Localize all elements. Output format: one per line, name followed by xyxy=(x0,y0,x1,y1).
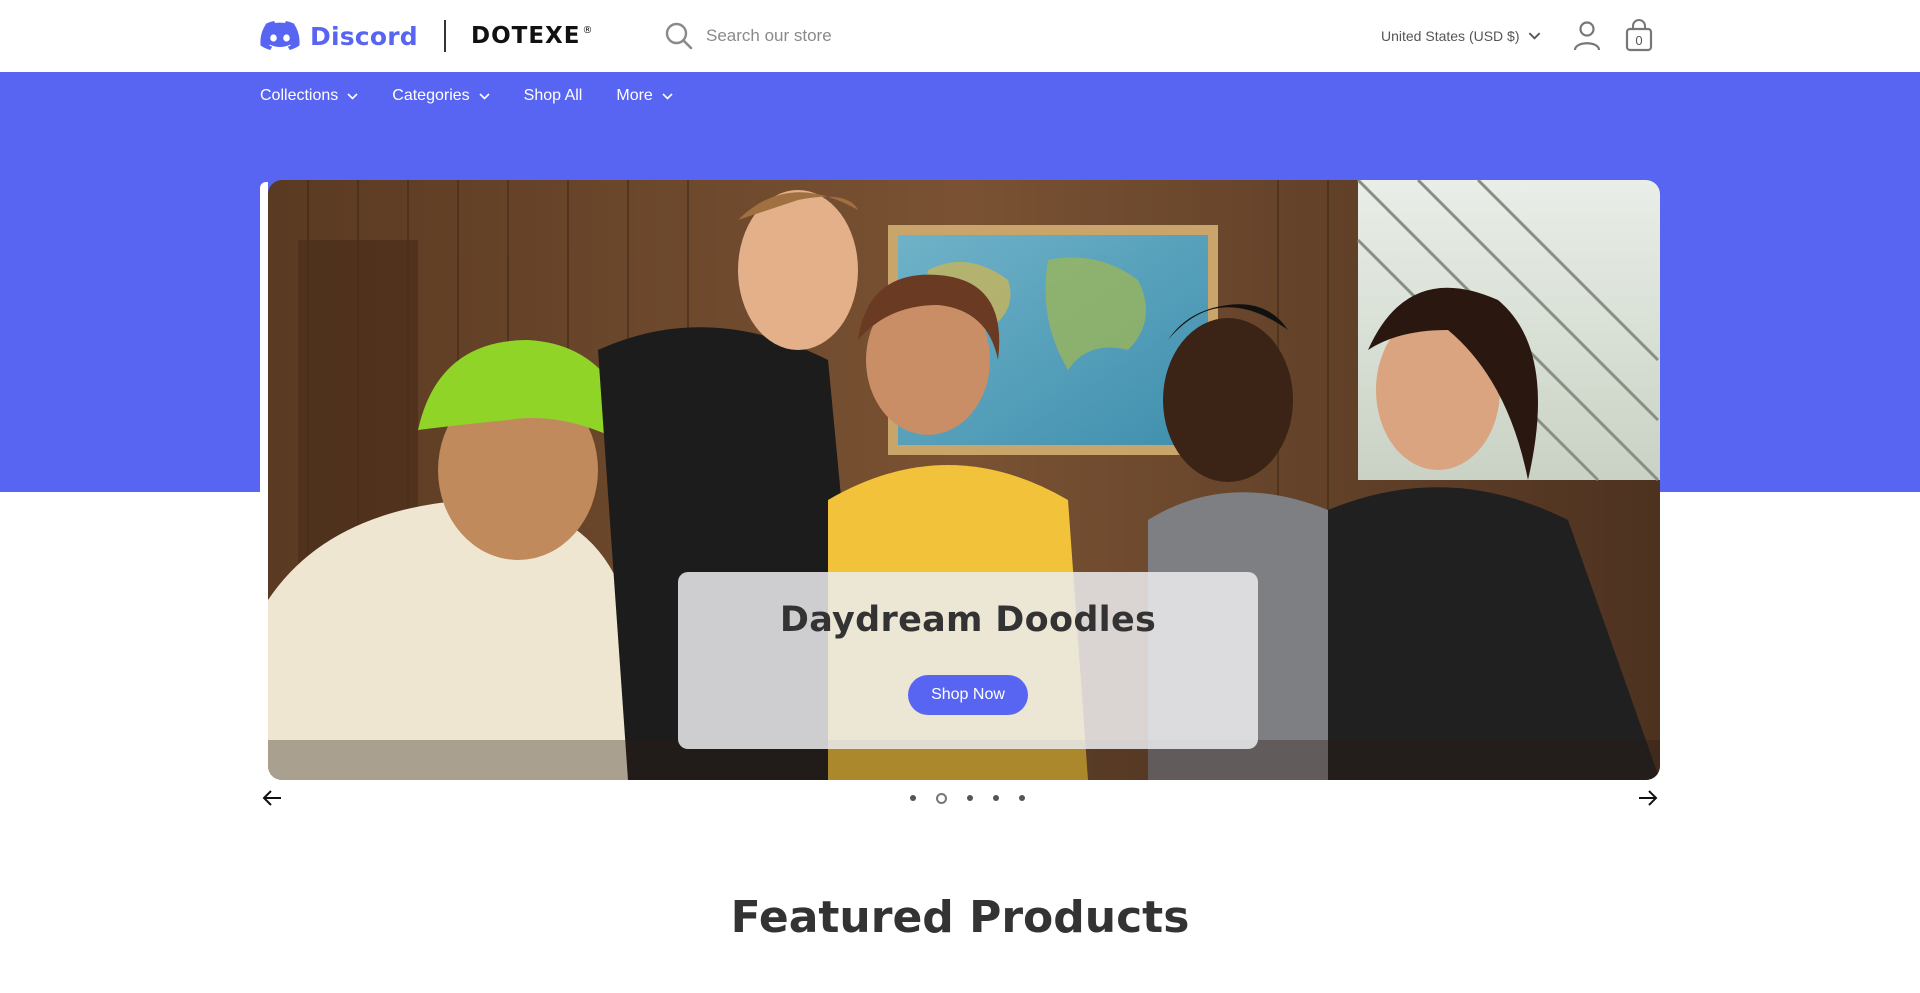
nav-item-collections[interactable]: Collections xyxy=(260,87,358,105)
logo-divider xyxy=(444,20,446,52)
main-nav: Collections Categories Shop All More xyxy=(260,72,707,120)
nav-label: Collections xyxy=(260,87,339,104)
discord-logo[interactable]: Discord xyxy=(260,20,418,52)
cart-count: 0 xyxy=(1635,33,1643,48)
arrow-right-icon[interactable] xyxy=(1637,787,1659,809)
shop-now-button[interactable]: Shop Now xyxy=(908,675,1028,715)
discord-mark-icon xyxy=(260,21,300,50)
chevron-down-icon xyxy=(347,92,358,100)
account-icon[interactable] xyxy=(1573,20,1601,52)
hero-caption-card: Daydream Doodles Shop Now xyxy=(678,572,1258,749)
nav-item-categories[interactable]: Categories xyxy=(392,87,490,105)
search-input[interactable] xyxy=(706,26,1106,46)
site-header: Discord DOTEXE ® United States (USD $) 0 xyxy=(0,0,1920,72)
hero-slide[interactable]: Daydream Doodles Shop Now xyxy=(268,180,1660,780)
discord-wordmark: Discord xyxy=(310,21,418,51)
nav-label: Shop All xyxy=(523,87,583,104)
carousel-dot-5[interactable] xyxy=(1019,795,1025,801)
carousel-dot-1[interactable] xyxy=(910,795,916,801)
nav-item-shop-all[interactable]: Shop All xyxy=(524,87,583,105)
arrow-left-icon[interactable] xyxy=(261,787,283,809)
currency-label: United States (USD $) xyxy=(1381,28,1520,44)
chevron-down-icon xyxy=(662,92,673,100)
cart-button[interactable]: 0 xyxy=(1624,18,1654,52)
dotexe-wordmark: DOTEXE xyxy=(471,23,581,49)
featured-products-title: Featured Products xyxy=(730,892,1190,943)
search-icon[interactable] xyxy=(664,21,694,51)
nav-item-more[interactable]: More xyxy=(616,87,673,105)
registered-mark: ® xyxy=(582,24,593,36)
nav-label: More xyxy=(616,87,653,104)
hero-title: Daydream Doodles xyxy=(779,600,1157,640)
search-bar xyxy=(664,18,1164,54)
previous-slide-peek xyxy=(260,182,268,780)
currency-selector[interactable]: United States (USD $) xyxy=(1381,25,1541,47)
nav-label: Categories xyxy=(392,87,470,104)
carousel-dot-2[interactable] xyxy=(936,792,947,804)
carousel-dots xyxy=(900,790,1035,806)
dotexe-logo[interactable]: DOTEXE ® xyxy=(471,20,593,52)
chevron-down-icon xyxy=(479,92,490,100)
carousel-dot-3[interactable] xyxy=(967,795,973,801)
carousel-dot-4[interactable] xyxy=(993,795,999,801)
chevron-down-icon xyxy=(1528,32,1540,40)
